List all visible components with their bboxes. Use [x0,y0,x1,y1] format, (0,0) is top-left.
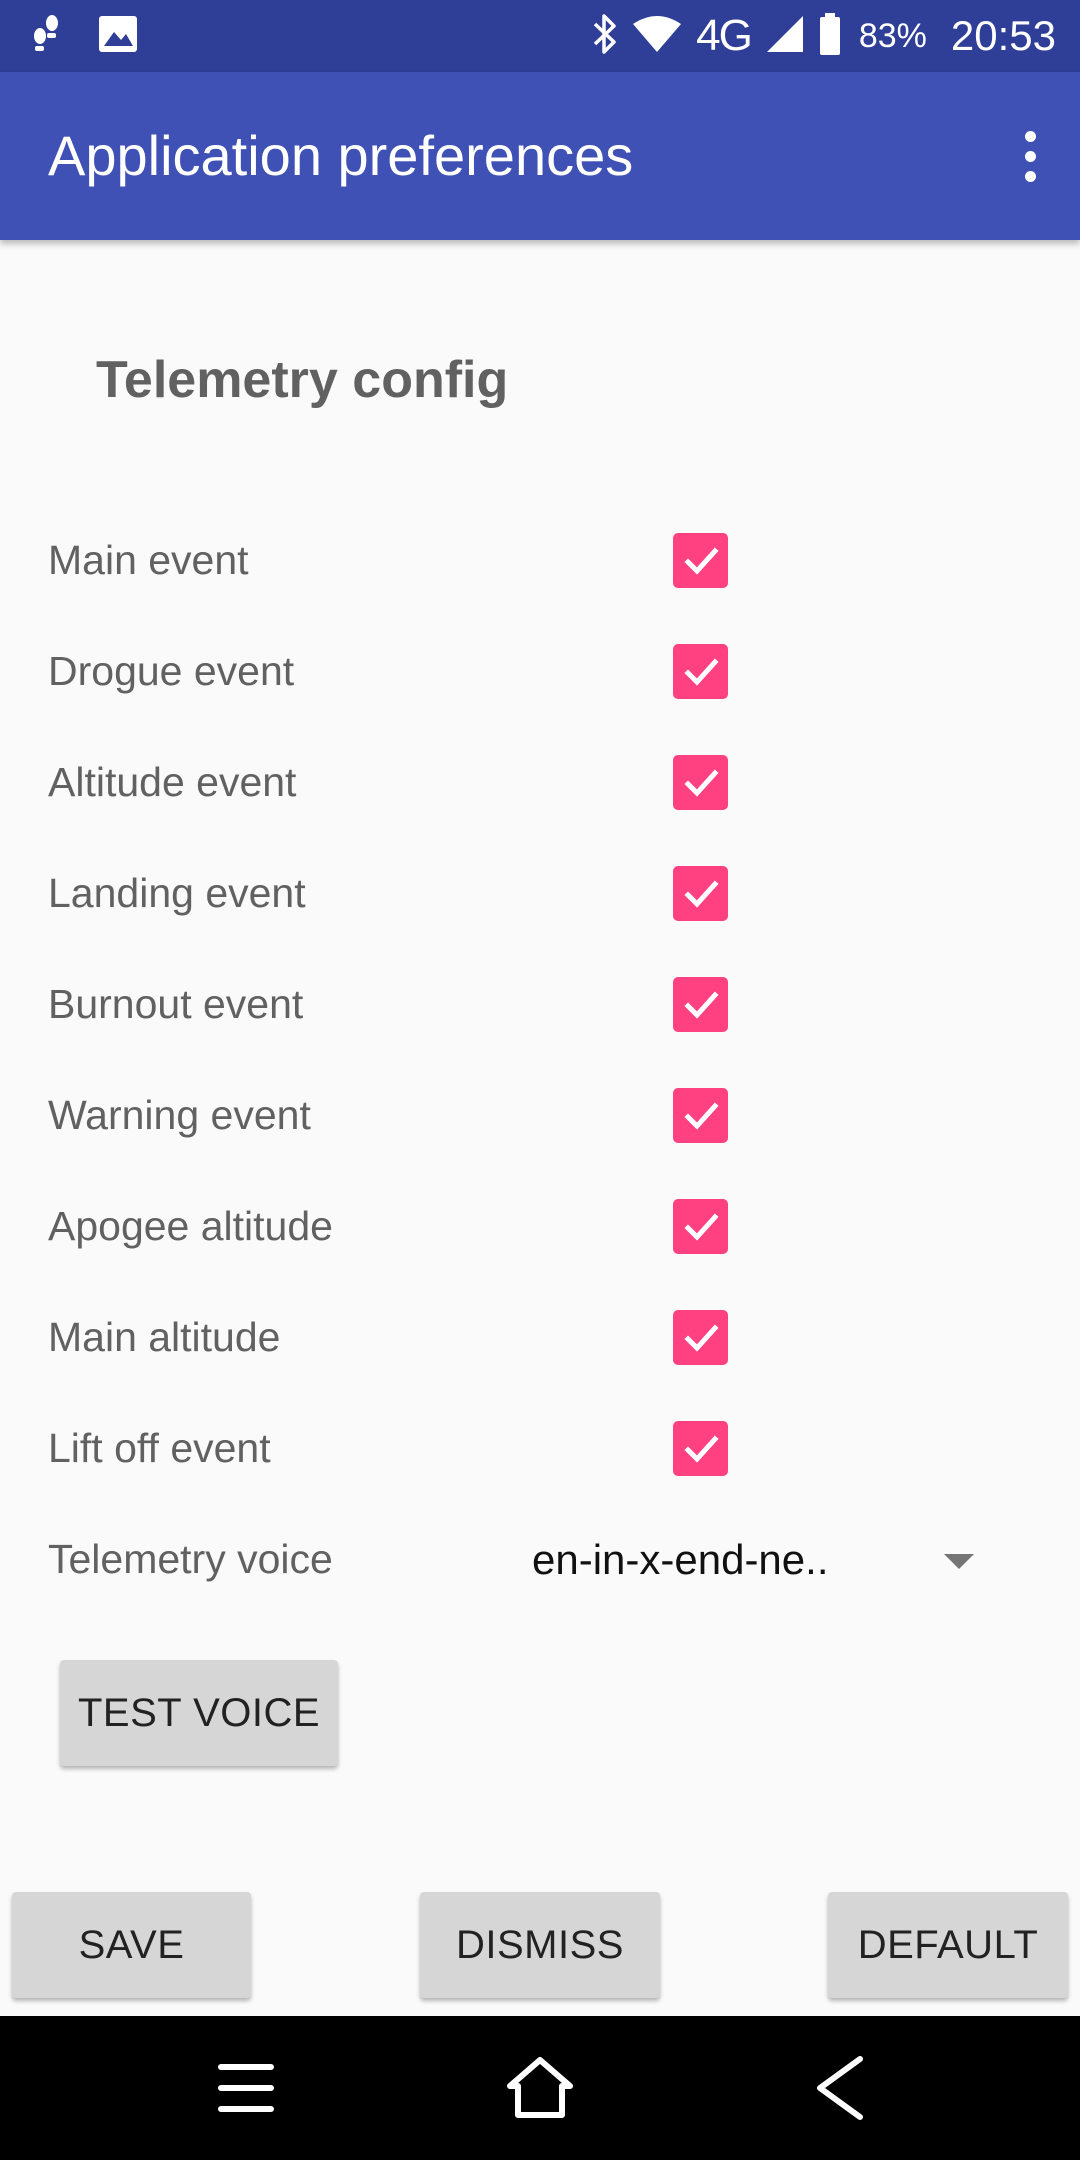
network-type-label: 4G [696,11,753,60]
voice-selected-value: en-in-x-end-ne.. [532,1536,829,1583]
clock: 20:53 [950,12,1056,59]
footsteps-icon [30,14,64,59]
pref-row-telemetry-voice: Telemetry voice en-in-x-end-ne.. [0,1504,1080,1615]
status-bar-notifications [30,12,138,60]
home-icon[interactable] [490,2038,590,2138]
voice-dropdown[interactable]: en-in-x-end-ne.. [530,1504,980,1615]
menu-dot [1024,170,1036,182]
bluetooth-icon [592,12,618,61]
pref-row-main-event[interactable]: Main event [0,505,1080,616]
pref-label: Apogee altitude [48,1203,333,1249]
pref-row-apogee-altitude[interactable]: Apogee altitude [0,1171,1080,1282]
check-icon [683,1212,719,1241]
check-icon [683,879,719,908]
checkbox-altitude-event[interactable] [673,755,728,810]
pref-label: Main event [48,537,249,583]
more-vert-icon[interactable] [998,116,1062,196]
battery-percentage: 83% [858,17,927,55]
dismiss-button[interactable]: DISMISS [420,1892,660,1998]
image-icon [98,15,138,58]
back-icon[interactable] [790,2038,890,2138]
signal-icon [765,14,805,59]
page-title: Application preferences [48,124,634,187]
screen: 4G 83% 20:53 Application preferences Tel… [0,0,1080,2160]
save-button[interactable]: SAVE [12,1892,251,1998]
checkbox-landing-event[interactable] [673,866,728,921]
voice-label: Telemetry voice [48,1536,333,1582]
checkbox-drogue-event[interactable] [673,644,728,699]
pref-label: Warning event [48,1092,311,1138]
pref-row-landing-event[interactable]: Landing event [0,838,1080,949]
checkbox-warning-event[interactable] [673,1088,728,1143]
checkbox-burnout-event[interactable] [673,977,728,1032]
pref-label: Altitude event [48,759,297,805]
pref-label: Lift off event [48,1425,271,1471]
pref-row-drogue-event[interactable]: Drogue event [0,616,1080,727]
pref-row-main-altitude[interactable]: Main altitude [0,1282,1080,1393]
dropdown-arrow-icon [944,1554,974,1569]
check-icon [683,1101,719,1130]
menu-icon[interactable] [196,2038,296,2138]
navigation-bar [0,2016,1080,2160]
pref-label: Landing event [48,870,306,916]
wifi-icon [632,14,682,59]
check-icon [683,1323,719,1352]
check-icon [683,657,719,686]
pref-label: Main altitude [48,1314,281,1360]
pref-label: Drogue event [48,648,295,694]
test-voice-button[interactable]: TEST VOICE [60,1660,338,1766]
check-icon [683,990,719,1019]
battery-icon [819,12,841,61]
check-icon [683,768,719,797]
default-button[interactable]: DEFAULT [828,1892,1068,1998]
pref-row-lift-off-event[interactable]: Lift off event [0,1393,1080,1504]
status-bar-system: 4G 83% 20:53 [592,8,1056,64]
pref-row-warning-event[interactable]: Warning event [0,1060,1080,1171]
pref-row-burnout-event[interactable]: Burnout event [0,949,1080,1060]
section-title: Telemetry config [96,351,509,409]
pref-label: Burnout event [48,981,304,1027]
checkbox-main-altitude[interactable] [673,1310,728,1365]
check-icon [683,1434,719,1463]
pref-row-altitude-event[interactable]: Altitude event [0,727,1080,838]
status-bar: 4G 83% 20:53 [0,0,1080,72]
menu-dot [1024,150,1036,162]
app-bar: Application preferences [0,72,1080,240]
checkbox-main-event[interactable] [673,533,728,588]
checkbox-apogee-altitude[interactable] [673,1199,728,1254]
checkbox-lift-off-event[interactable] [673,1421,728,1476]
menu-dot [1024,130,1036,142]
check-icon [683,546,719,575]
